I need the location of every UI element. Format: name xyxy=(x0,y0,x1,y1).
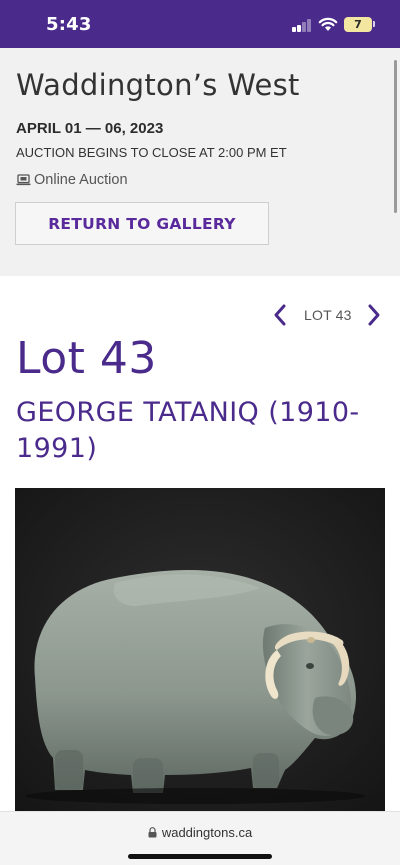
auction-header: Waddington’s West APRIL 01 — 06, 2023 AU… xyxy=(0,48,400,276)
auction-type-label: Online Auction xyxy=(34,172,128,188)
artist-name: GEORGE TATANIQ (1910-1991) xyxy=(16,397,360,464)
status-bar: 5:43 7 xyxy=(0,0,400,48)
muskox-sculpture-image xyxy=(15,488,385,818)
lot-nav-label: LOT 43 xyxy=(304,307,352,323)
return-to-gallery-button[interactable]: RETURN TO GALLERY xyxy=(15,202,269,245)
wifi-icon xyxy=(318,17,338,31)
signal-icon xyxy=(292,19,312,32)
url-label[interactable]: waddingtons.ca xyxy=(0,825,400,840)
lot-navigation: LOT 43 xyxy=(270,302,384,328)
auction-title: Waddington’s West xyxy=(16,68,300,102)
scrollbar-thumb[interactable] xyxy=(394,60,397,213)
chevron-right-icon[interactable] xyxy=(364,302,384,328)
url-text: waddingtons.ca xyxy=(161,825,253,840)
home-indicator[interactable] xyxy=(128,854,272,859)
auction-dates: APRIL 01 — 06, 2023 xyxy=(16,120,164,137)
lot-title: Lot 43 xyxy=(16,333,157,384)
battery-icon: 7 xyxy=(344,17,372,32)
status-time: 5:43 xyxy=(46,14,92,35)
browser-url-bar[interactable]: waddingtons.ca xyxy=(0,811,400,865)
auction-type: Online Auction xyxy=(16,172,128,188)
battery-cap xyxy=(373,21,375,27)
chevron-left-icon[interactable] xyxy=(270,302,290,328)
auction-close-info: AUCTION BEGINS TO CLOSE AT 2:00 PM ET xyxy=(16,145,287,160)
lock-icon xyxy=(148,827,157,838)
lot-image[interactable] xyxy=(15,488,385,818)
laptop-icon xyxy=(16,174,31,186)
